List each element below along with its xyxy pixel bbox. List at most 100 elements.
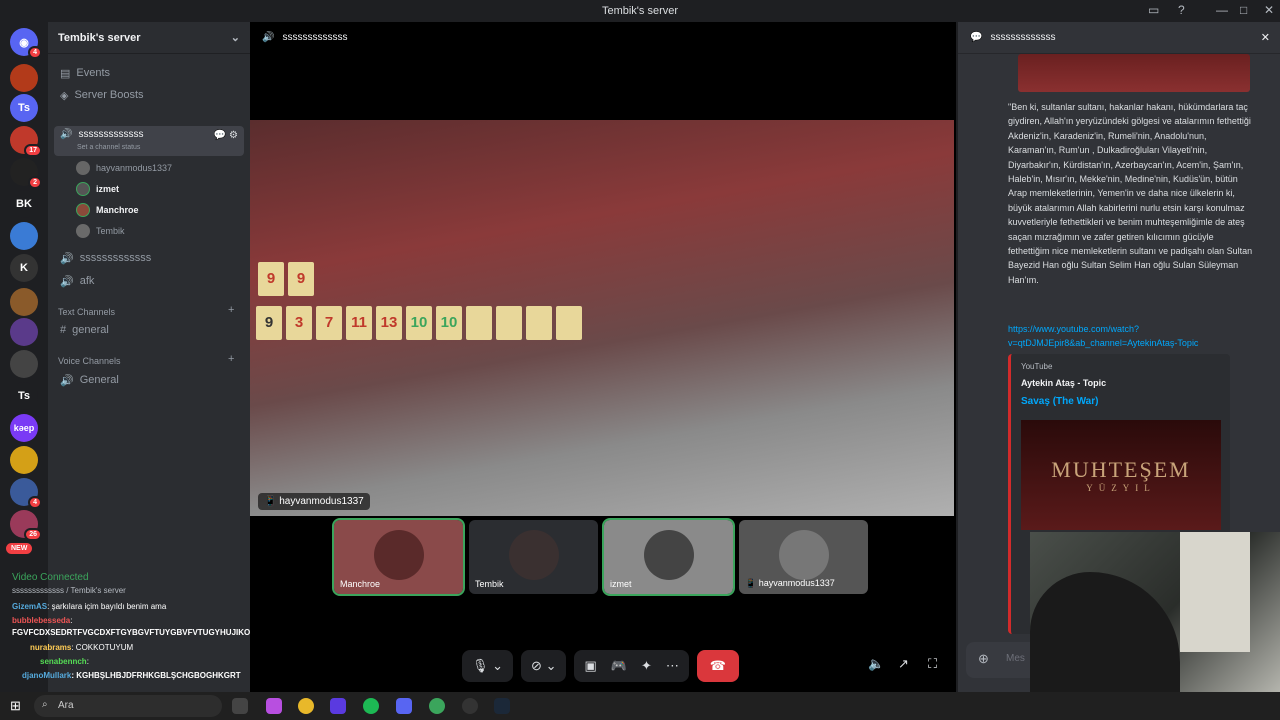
new-badge[interactable]: NEW: [6, 543, 33, 554]
participant-tile[interactable]: Tembik: [469, 520, 598, 594]
chat-bubble-icon: 💬: [970, 32, 983, 43]
discord-home-icon[interactable]: ◉ 4: [10, 28, 42, 59]
server-icon[interactable]: [10, 446, 38, 474]
tile-row-top: 9 9: [250, 262, 650, 296]
text-channel[interactable]: # general: [54, 320, 244, 340]
chat-line: FGVFCDXSEDRTFVGCDXFTGYBGVFTUYGBVFVTUGYHU…: [12, 628, 266, 637]
add-icon[interactable]: +: [228, 353, 234, 365]
discord-icon[interactable]: [396, 698, 412, 714]
search-icon: ⌕: [42, 699, 48, 710]
mute-button[interactable]: 🎙 ⌄: [462, 650, 514, 682]
disconnect-button[interactable]: ☎: [696, 650, 739, 682]
sidebar-item-boosts[interactable]: ◈ Server Boosts: [54, 85, 244, 105]
badge: 4: [28, 46, 42, 59]
maximize-icon[interactable]: □: [1240, 3, 1247, 17]
speaker-icon: 🔊: [60, 275, 74, 288]
tile: 9: [256, 306, 282, 340]
taskbar: ⊞ ⌕ Ara: [0, 692, 1280, 720]
tile: 9: [288, 262, 314, 296]
taskbar-search[interactable]: ⌕ Ara: [34, 695, 222, 717]
voice-user[interactable]: Manchroe: [76, 200, 139, 220]
voice-channel[interactable]: 🔊 afk: [54, 271, 244, 291]
voice-stage: 🔊 sssssssssssss 9 9 9 3 7 11 13 10 10 📱 h…: [250, 22, 956, 692]
add-icon[interactable]: ⊕: [978, 651, 989, 667]
voice-status: Video Connected: [12, 572, 89, 583]
popout-icon[interactable]: ↗: [898, 656, 909, 672]
participant-tile[interactable]: izmet: [602, 518, 735, 596]
activity-icon[interactable]: 🎮: [611, 658, 627, 674]
chrome-icon[interactable]: [429, 698, 445, 714]
server-icon[interactable]: [10, 64, 38, 92]
embed-thumbnail[interactable]: MUHTEŞEM YÜZYIL: [1021, 420, 1221, 530]
participant-name: Manchroe: [340, 579, 381, 589]
close-icon[interactable]: ✕: [1264, 3, 1274, 17]
participant-tile[interactable]: 📱 hayvanmodus1337: [739, 520, 868, 594]
avatar: [76, 203, 90, 217]
server-icon[interactable]: K: [10, 254, 38, 282]
volume-icon[interactable]: 🔈: [868, 656, 884, 672]
server-header[interactable]: Tembik's server ⌄: [48, 22, 250, 54]
avatar: [509, 530, 559, 580]
server-icon[interactable]: Ts: [10, 382, 38, 410]
server-icon[interactable]: [10, 318, 38, 346]
voice-user[interactable]: hayvanmodus1337: [76, 158, 172, 178]
close-icon[interactable]: ✕: [1261, 31, 1270, 44]
screen-share-icon[interactable]: ▣: [584, 658, 596, 674]
server-icon[interactable]: 2: [10, 158, 42, 189]
add-icon[interactable]: +: [228, 304, 234, 316]
app-icon[interactable]: [330, 698, 346, 714]
message-input-placeholder: Mes: [1006, 653, 1025, 664]
embed-author[interactable]: Aytekin Ataş - Topic: [1021, 378, 1106, 388]
more-icon[interactable]: ⋯: [666, 658, 679, 674]
sidebar-item-label: Events: [76, 67, 111, 79]
server-icon[interactable]: [10, 222, 38, 250]
copilot-icon[interactable]: [266, 698, 282, 714]
badge: 26: [24, 528, 42, 541]
camera-button[interactable]: ⊘ ⌄: [521, 650, 567, 682]
help-icon[interactable]: ?: [1178, 3, 1185, 17]
activity-controls: ▣ 🎮 ✦ ⋯: [574, 650, 689, 682]
active-voice-channel[interactable]: 🔊 sssssssssssss Set a channel status 💬 ⚙: [54, 126, 244, 156]
sidebar-item-events[interactable]: ▤ Events: [54, 63, 244, 83]
message-link[interactable]: https://www.youtube.com/watch?v=qtDJMJEp…: [1008, 322, 1248, 350]
voice-channel[interactable]: 🔊 sssssssssssss: [54, 248, 244, 268]
soundboard-icon[interactable]: ✦: [641, 658, 652, 674]
inbox-icon[interactable]: ▭: [1148, 3, 1159, 17]
minimize-icon[interactable]: —: [1216, 3, 1228, 17]
channel-actions[interactable]: 💬 ⚙: [214, 130, 238, 141]
category-voice-channels[interactable]: Voice Channels: [58, 356, 121, 366]
server-icon[interactable]: [10, 350, 38, 378]
thumbnail-title: MUHTEŞEM: [1051, 457, 1191, 482]
fullscreen-icon[interactable]: ⛶: [928, 656, 937, 672]
app-icon[interactable]: [462, 698, 478, 714]
server-icon[interactable]: [10, 288, 38, 316]
chat-text: FGVFCDXSEDRTFVGCDXFTGYBGVFTUYGBVFVTUGYHU…: [12, 628, 267, 637]
chrome-icon[interactable]: [298, 698, 314, 714]
category-text-channels[interactable]: Text Channels: [58, 307, 115, 317]
previous-embed-image[interactable]: [1018, 54, 1250, 92]
server-icon[interactable]: kəep: [10, 414, 38, 442]
voice-user[interactable]: izmet: [76, 179, 119, 199]
spotify-icon[interactable]: [363, 698, 379, 714]
windows-start-icon[interactable]: ⊞: [10, 698, 21, 714]
server-icon[interactable]: BK: [10, 190, 38, 218]
voice-channel[interactable]: 🔊 General: [54, 370, 244, 390]
voice-user[interactable]: Tembik: [76, 221, 125, 241]
main-video[interactable]: 9 9 9 3 7 11 13 10 10 📱 hayvanmodus1337: [250, 120, 954, 516]
chevron-down-icon: ⌄: [545, 658, 557, 673]
channel-name: sssssssssssss: [79, 252, 152, 264]
server-icon[interactable]: 26: [10, 510, 42, 541]
task-view-icon[interactable]: [232, 698, 248, 714]
server-icon[interactable]: Ts: [10, 94, 38, 122]
embed-title[interactable]: Savaş (The War): [1021, 396, 1098, 407]
server-icon[interactable]: 17: [10, 126, 42, 157]
badge: 17: [24, 144, 42, 157]
participant-tile[interactable]: Manchroe: [332, 518, 465, 596]
participant-name: 📱 hayvanmodus1337: [745, 578, 835, 588]
server-icon[interactable]: 4: [10, 478, 42, 509]
server-name: Tembik's server: [58, 32, 141, 44]
speaker-icon: 🔊: [60, 252, 74, 265]
channel-status[interactable]: Set a channel status: [77, 144, 140, 151]
chat-user: GizemAS: [12, 602, 48, 611]
steam-icon[interactable]: [494, 698, 510, 714]
